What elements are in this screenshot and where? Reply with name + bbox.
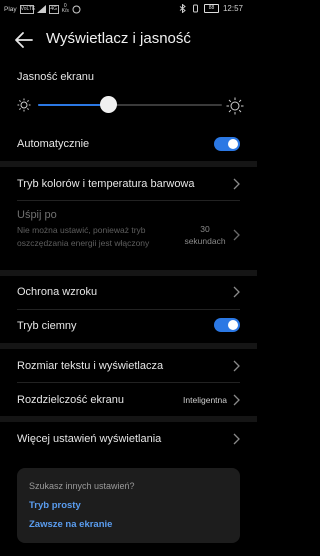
chevron-right-icon <box>233 433 240 445</box>
divider <box>17 382 240 383</box>
sleep-value-number: 30 <box>200 224 210 234</box>
data-rate: 0 K/s <box>62 4 69 14</box>
auto-brightness-label: Automatycznie <box>17 138 90 150</box>
eye-comfort-label: Ochrona wzroku <box>17 286 98 298</box>
slider-fill <box>38 104 108 106</box>
dark-mode-row[interactable]: Tryb ciemny <box>0 314 257 338</box>
volte-icon: VoLTE <box>19 4 36 14</box>
sleep-value: 30 sekundach <box>180 223 230 247</box>
eye-comfort-row[interactable]: Ochrona wzroku <box>0 280 257 304</box>
auto-brightness-row[interactable]: Automatycznie <box>0 134 257 156</box>
chevron-right-icon <box>233 229 240 241</box>
resolution-row[interactable]: Rozdzielczość ekranu Inteligentna <box>0 388 257 412</box>
data-rate-unit: K/s <box>61 8 69 14</box>
status-right: 88 12:57 <box>178 4 243 13</box>
toggle-knob <box>228 320 238 330</box>
carrier-label: Play <box>4 5 17 13</box>
notification-icon <box>72 5 81 13</box>
section-gap <box>0 161 257 167</box>
section-gap <box>0 270 257 276</box>
dark-mode-label: Tryb ciemny <box>17 320 77 332</box>
brightness-low-icon <box>17 98 31 112</box>
more-settings-row[interactable]: Więcej ustawień wyświetlania <box>0 428 257 452</box>
always-on-display-link[interactable]: Zawsze na ekranie <box>29 519 112 530</box>
brightness-high-icon <box>226 97 244 115</box>
vibrate-icon <box>192 4 198 13</box>
toggle-knob <box>228 139 238 149</box>
slider-thumb[interactable] <box>99 96 117 113</box>
signal-icon <box>36 5 46 13</box>
chevron-right-icon <box>233 286 240 298</box>
sleep-value-unit: sekundach <box>184 236 226 246</box>
sleep-row: Uśpij po Nie można ustawić, ponieważ try… <box>0 205 257 265</box>
clock: 12:57 <box>222 4 243 13</box>
text-size-row[interactable]: Rozmiar tekstu i wyświetlacza <box>0 354 257 378</box>
section-gap <box>0 343 257 349</box>
sleep-description: Nie można ustawić, ponieważ tryb oszczęd… <box>17 225 150 248</box>
simple-mode-link[interactable]: Tryb prosty <box>29 500 81 511</box>
dark-mode-toggle[interactable] <box>214 318 240 332</box>
status-left: Play VoLTE 4G 0 K/s <box>4 4 81 14</box>
chevron-right-icon <box>233 394 240 406</box>
section-gap <box>0 416 257 422</box>
status-bar: Play VoLTE 4G 0 K/s 88 12:57 <box>0 0 257 18</box>
resolution-value: Inteligentna <box>183 395 227 405</box>
brightness-slider[interactable] <box>16 93 244 119</box>
divider <box>17 200 240 201</box>
brightness-label: Jasność ekranu <box>17 71 95 83</box>
header: Wyświetlacz i jasność <box>0 26 257 54</box>
auto-brightness-toggle[interactable] <box>214 137 240 151</box>
battery-icon: 88 <box>203 4 219 13</box>
bluetooth-icon <box>179 4 186 13</box>
page-title: Wyświetlacz i jasność <box>46 30 191 47</box>
suggestions-card: Szukasz innych ustawień? Tryb prosty Zaw… <box>17 468 240 543</box>
more-settings-label: Więcej ustawień wyświetlania <box>17 433 162 445</box>
text-size-label: Rozmiar tekstu i wyświetlacza <box>17 360 164 372</box>
color-mode-label: Tryb kolorów i temperatura barwowa <box>17 178 195 190</box>
chevron-right-icon <box>233 360 240 372</box>
color-mode-row[interactable]: Tryb kolorów i temperatura barwowa <box>0 172 257 196</box>
suggestions-title: Szukasz innych ustawień? <box>29 481 135 491</box>
chevron-right-icon <box>233 178 240 190</box>
sleep-label: Uśpij po <box>17 209 57 221</box>
divider <box>17 309 240 310</box>
network-type-icon: 4G <box>48 4 59 14</box>
resolution-label: Rozdzielczość ekranu <box>17 394 124 406</box>
back-arrow-icon[interactable] <box>13 30 35 50</box>
